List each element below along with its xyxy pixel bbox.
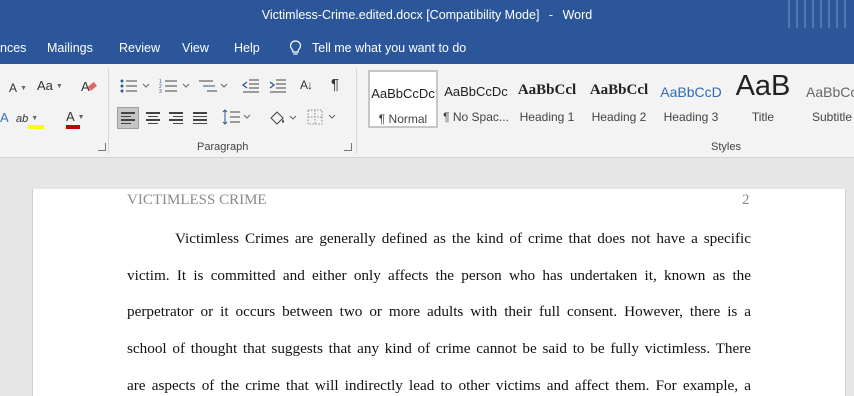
ribbon-separator bbox=[356, 68, 357, 154]
style-sample: AaB bbox=[735, 70, 791, 102]
font-color-button[interactable]: A ▼ bbox=[66, 109, 85, 126]
increase-indent-icon[interactable] bbox=[268, 78, 288, 94]
style-sample: AaBbCcl bbox=[589, 82, 649, 98]
tell-me-search[interactable]: Tell me what you want to do bbox=[289, 40, 466, 56]
tab-references[interactable]: nces bbox=[0, 41, 26, 55]
clear-formatting-icon[interactable]: A bbox=[80, 78, 98, 94]
borders-icon[interactable] bbox=[307, 109, 339, 125]
text-effects-icon[interactable]: A bbox=[0, 110, 9, 126]
shrink-font-icon: A bbox=[9, 81, 18, 95]
window-title: Victimless-Crime.edited.docx [Compatibil… bbox=[0, 8, 854, 22]
style-name: Heading 2 bbox=[591, 110, 647, 124]
style-name: ¶ No Spac... bbox=[443, 110, 509, 124]
shading-icon[interactable] bbox=[267, 109, 299, 127]
show-formatting-icon[interactable]: ¶ bbox=[331, 77, 339, 93]
shrink-font-button[interactable]: A ▼ bbox=[9, 80, 27, 97]
document-page[interactable] bbox=[32, 189, 846, 396]
align-right-icon[interactable] bbox=[169, 112, 183, 124]
tab-review[interactable]: Review bbox=[119, 41, 160, 55]
body-text-line: school of thought that suggests that any… bbox=[127, 340, 751, 357]
highlight-color-swatch bbox=[28, 125, 44, 129]
ribbon-separator bbox=[108, 68, 109, 154]
styles-group-label: Styles bbox=[711, 141, 741, 153]
align-center-icon[interactable] bbox=[146, 112, 160, 124]
page-number: 2 bbox=[742, 192, 750, 208]
font-color-icon: A bbox=[66, 109, 75, 124]
bullets-icon[interactable] bbox=[119, 78, 153, 94]
title-bar: Victimless-Crime.edited.docx [Compatibil… bbox=[0, 0, 854, 32]
style-sample: AaBbCcDc bbox=[444, 84, 508, 99]
body-text-line: are aspects of the crime that will indir… bbox=[127, 377, 751, 394]
style-sample: AaBbCcDc bbox=[371, 86, 435, 101]
justify-icon[interactable] bbox=[193, 112, 207, 124]
style-heading-2[interactable]: AaBbCcl Heading 2 bbox=[586, 70, 652, 128]
style-name: Subtitle bbox=[812, 110, 853, 124]
line-spacing-icon[interactable] bbox=[222, 109, 252, 125]
body-text-line: Victimless Crimes are generally defined … bbox=[175, 230, 751, 247]
tab-view[interactable]: View bbox=[182, 41, 209, 55]
styles-gallery: AaBbCcDc ¶ Normal AaBbCcDc ¶ No Spac... … bbox=[366, 70, 854, 128]
style-no-spacing[interactable]: AaBbCcDc ¶ No Spac... bbox=[440, 70, 512, 128]
style-title[interactable]: AaB Title bbox=[728, 70, 798, 128]
style-subtitle[interactable]: AaBbCcD Subtitle bbox=[802, 70, 854, 128]
app-name: Word bbox=[562, 8, 593, 22]
ribbon-tabs: nces Mailings Review View Help Tell me w… bbox=[0, 32, 854, 64]
tab-mailings[interactable]: Mailings bbox=[47, 41, 93, 55]
style-name: Title bbox=[751, 110, 775, 124]
tell-me-label: Tell me what you want to do bbox=[312, 41, 467, 55]
body-text-line: perpetrator or it occurs between two or … bbox=[127, 303, 751, 320]
style-sample: AaBbCcD bbox=[660, 84, 722, 100]
document-name: Victimless-Crime.edited.docx bbox=[261, 8, 423, 22]
tab-help[interactable]: Help bbox=[234, 41, 260, 55]
change-case-button[interactable]: Aa ▼ bbox=[37, 78, 63, 95]
ribbon: A ▼ Aa ▼ A A ab ▼ A ▼ 1 2 3 A↓ ¶ Paragra… bbox=[0, 64, 854, 158]
decrease-indent-icon[interactable] bbox=[241, 78, 261, 94]
change-case-icon: Aa bbox=[37, 78, 53, 93]
title-bar-pattern bbox=[784, 0, 854, 32]
multilevel-list-icon[interactable] bbox=[197, 78, 231, 94]
running-header: VICTIMLESS CRIME bbox=[127, 192, 267, 208]
font-dialog-launcher[interactable] bbox=[98, 143, 106, 151]
svg-text:3: 3 bbox=[159, 89, 162, 94]
paragraph-group-label: Paragraph bbox=[197, 141, 249, 153]
font-color-swatch bbox=[66, 125, 80, 129]
body-text-line: victim. It is committed and either only … bbox=[127, 267, 751, 284]
lightbulb-icon bbox=[289, 40, 302, 55]
paragraph-dialog-launcher[interactable] bbox=[344, 143, 352, 151]
style-name: ¶ Normal bbox=[378, 112, 428, 126]
numbering-icon[interactable]: 1 2 3 bbox=[159, 78, 193, 94]
title-separator: - bbox=[548, 8, 554, 22]
align-left-icon bbox=[121, 112, 135, 124]
compatibility-mode: [Compatibility Mode] bbox=[426, 8, 540, 22]
style-name: Heading 3 bbox=[663, 110, 719, 124]
style-name: Heading 1 bbox=[519, 110, 575, 124]
style-normal[interactable]: AaBbCcDc ¶ Normal bbox=[368, 70, 438, 128]
style-heading-1[interactable]: AaBbCcl Heading 1 bbox=[514, 70, 580, 128]
style-sample: AaBbCcl bbox=[517, 82, 577, 98]
style-heading-3[interactable]: AaBbCcD Heading 3 bbox=[658, 70, 724, 128]
highlighter-icon: ab bbox=[16, 113, 29, 125]
sort-icon[interactable]: A↓ bbox=[300, 77, 313, 93]
style-sample: AaBbCcD bbox=[806, 84, 854, 100]
